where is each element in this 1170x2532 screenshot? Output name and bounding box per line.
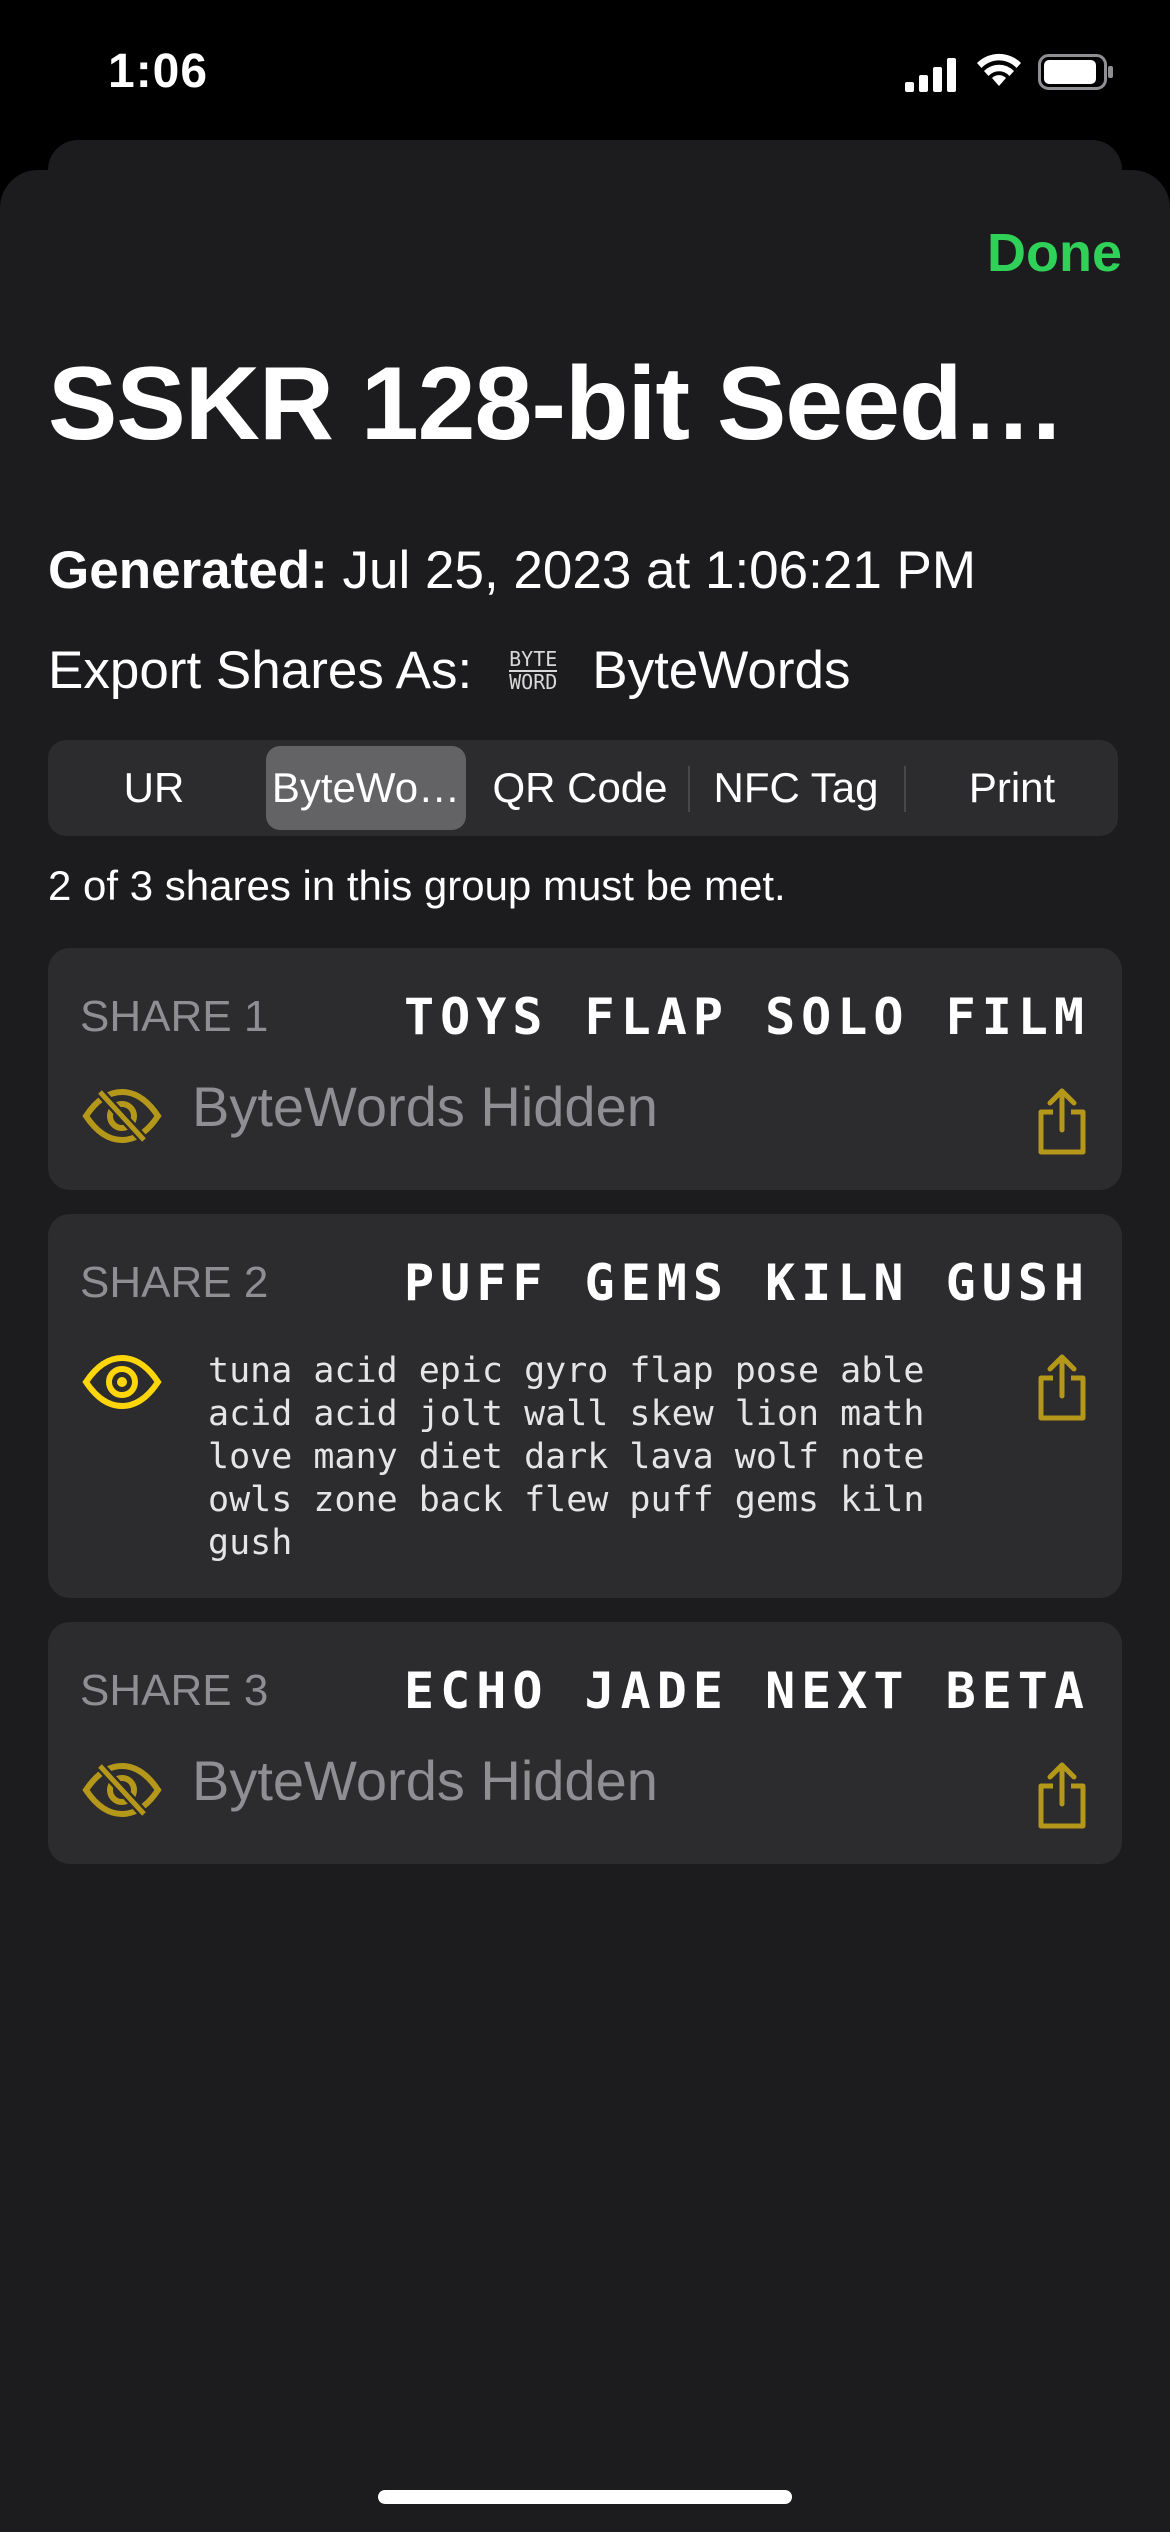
tab-bytewords[interactable]: ByteWo…: [266, 746, 466, 830]
share-identifier-words: ECHO JADE NEXT BETA: [404, 1662, 1090, 1720]
generated-label: Generated:: [48, 541, 328, 600]
bytewords-icon-bottom: WORD: [509, 669, 558, 694]
segment-divider: [688, 766, 690, 812]
tab-qr-code[interactable]: QR Code: [480, 746, 680, 830]
done-button[interactable]: Done: [987, 222, 1122, 284]
bytewords-hidden-text: ByteWords Hidden: [192, 1075, 658, 1138]
share-icon[interactable]: [1036, 1088, 1088, 1156]
export-format-picker[interactable]: UR ByteWo… QR Code NFC Tag Print: [48, 740, 1118, 836]
eye-slash-icon[interactable]: [82, 1088, 162, 1144]
eye-slash-icon[interactable]: [82, 1762, 162, 1818]
tab-nfc-tag[interactable]: NFC Tag: [696, 746, 896, 830]
share-card: SHARE 2 PUFF GEMS KILN GUSH tuna acid ep…: [48, 1214, 1122, 1598]
bytewords-text: tuna acid epic gyro flap pose able acid …: [208, 1351, 925, 1563]
group-threshold-text: 2 of 3 shares in this group must be met.: [48, 862, 786, 909]
bytewords-hidden-text: ByteWords Hidden: [192, 1749, 658, 1812]
status-time: 1:06: [108, 45, 209, 98]
share-identifier-words: PUFF GEMS KILN GUSH: [404, 1254, 1090, 1312]
share-card: SHARE 1 TOYS FLAP SOLO FILM ByteWords Hi…: [48, 948, 1122, 1190]
share-identifier-words: TOYS FLAP SOLO FILM: [404, 988, 1090, 1046]
export-label: Export Shares As:: [48, 641, 473, 700]
segment-divider: [904, 766, 906, 812]
share-card: SHARE 3 ECHO JADE NEXT BETA ByteWords Hi…: [48, 1622, 1122, 1864]
eye-icon[interactable]: [82, 1354, 162, 1410]
battery-icon: [1038, 54, 1113, 90]
share-label: SHARE 2: [80, 1258, 269, 1307]
share-label: SHARE 3: [80, 1666, 269, 1715]
tab-print[interactable]: Print: [912, 746, 1112, 830]
share-icon[interactable]: [1036, 1354, 1088, 1422]
generated-date: Generated: Jul 25, 2023 at 1:06:21 PM: [48, 540, 976, 601]
share-label: SHARE 1: [80, 992, 269, 1041]
export-format: Export Shares As: BYTE WORD ByteWords: [48, 640, 850, 701]
status-bar: 1:06: [0, 0, 1170, 150]
generated-value: Jul 25, 2023 at 1:06:21 PM: [327, 541, 977, 600]
tab-ur[interactable]: UR: [54, 746, 254, 830]
signal-icon: [905, 58, 956, 92]
bytewords-icon: BYTE WORD: [502, 645, 564, 697]
page-title: SSKR 128-bit Seed…: [48, 346, 1066, 462]
export-value: ByteWords: [592, 641, 851, 700]
bytewords-icon-top: BYTE: [509, 646, 558, 672]
wifi-icon: [977, 53, 1021, 86]
home-indicator[interactable]: [378, 2490, 792, 2504]
share-icon[interactable]: [1036, 1762, 1088, 1830]
